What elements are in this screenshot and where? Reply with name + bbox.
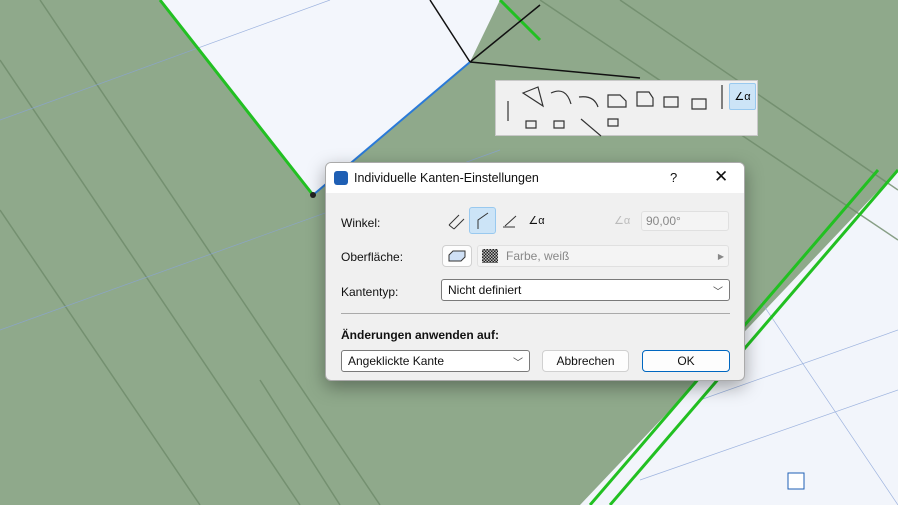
custom-angle-tool-button[interactable]: ∠α <box>729 83 756 110</box>
apply-to-select[interactable]: Angeklickte Kante ﹀ <box>341 350 530 372</box>
apply-heading: Änderungen anwenden auf: <box>341 328 500 342</box>
edge-type-select[interactable]: Nicht definiert ﹀ <box>441 279 730 301</box>
edge-settings-dialog: Individuelle Kanten-Einstellungen ? ✕ Wi… <box>325 162 745 381</box>
surface-label: Oberfläche: <box>341 250 404 264</box>
arrow-right-icon: ▶ <box>717 251 724 261</box>
edge-type-label: Kantentyp: <box>341 285 399 299</box>
surface-selector[interactable]: Farbe, weiß ▶ <box>477 245 729 267</box>
angle-vertical-icon[interactable] <box>469 207 496 234</box>
help-button[interactable]: ? <box>670 170 677 185</box>
angle-perpendicular-icon[interactable] <box>443 207 470 234</box>
angle-label: Winkel: <box>341 216 381 230</box>
cancel-button[interactable]: Abbrechen <box>542 350 629 372</box>
tool-icons <box>521 86 707 137</box>
title-bar: Individuelle Kanten-Einstellungen ? ✕ <box>326 163 744 193</box>
chevron-down-icon: ﹀ <box>513 358 523 369</box>
edge-type-value: Nicht definiert <box>448 283 522 297</box>
angle-custom-disabled-icon: ∠α <box>614 215 631 227</box>
angle-input[interactable]: 90,00° <box>641 211 729 231</box>
surface-swatch <box>482 249 498 263</box>
apply-to-value: Angeklickte Kante <box>348 354 445 368</box>
edge-toolbar: ∠α <box>495 80 758 137</box>
divider <box>341 313 730 314</box>
app-icon <box>334 171 348 185</box>
close-button[interactable]: ✕ <box>714 167 728 187</box>
marker-icon <box>787 472 805 490</box>
angle-value: 90,00° <box>646 214 681 228</box>
ok-button[interactable]: OK <box>642 350 730 372</box>
angle-custom-icon[interactable]: ∠α <box>523 207 550 234</box>
surface-value: Farbe, weiß <box>506 249 570 263</box>
dialog-title: Individuelle Kanten-Einstellungen <box>354 171 539 185</box>
chevron-down-icon: ﹀ <box>713 287 723 298</box>
surface-toggle-button[interactable] <box>442 245 472 267</box>
angle-horizontal-icon[interactable] <box>497 207 524 234</box>
